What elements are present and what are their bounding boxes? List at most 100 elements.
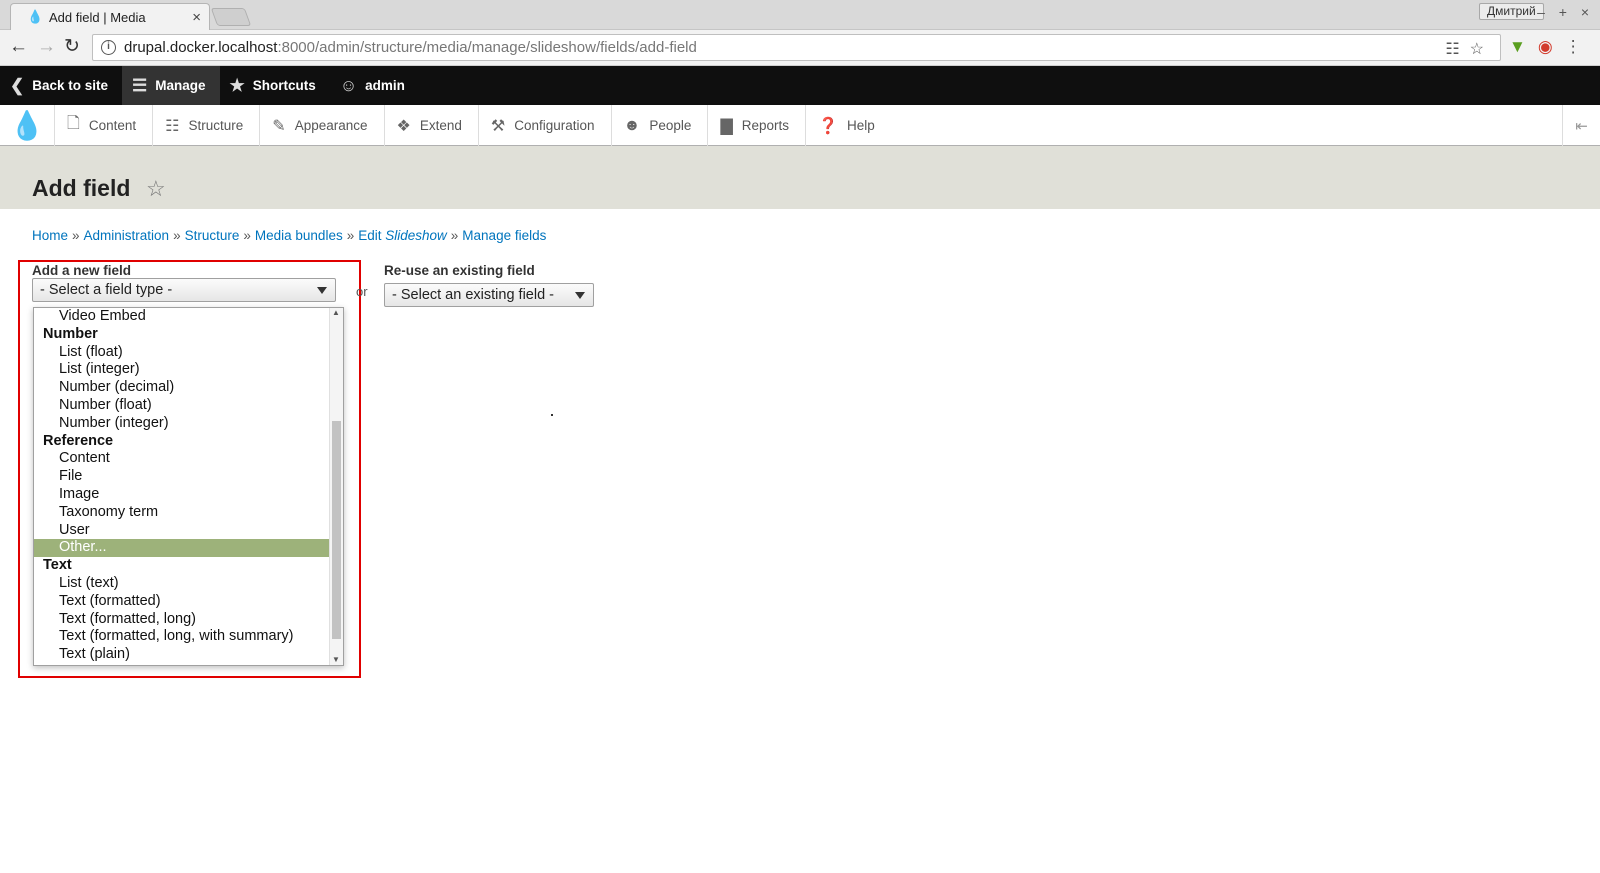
dropdown-option[interactable]: Other... [34,539,330,558]
breadcrumb-home[interactable]: Home [32,228,68,243]
forward-arrow-icon[interactable]: → [37,37,56,57]
dropdown-group-label: Reference [43,432,114,449]
dropdown-option[interactable]: Taxonomy term [34,504,330,522]
url-path: :8000/admin/structure/media/manage/slide… [277,39,697,56]
address-bar[interactable]: i drupal.docker.localhost:8000/admin/str… [92,34,1501,61]
breadcrumb-edit-slideshow[interactable]: Edit Slideshow [358,228,447,243]
dropdown-option[interactable]: Text (formatted, long, with summary) [34,628,330,646]
existing-field-select-value: - Select an existing field - [392,287,554,303]
file-icon: 🗋 [67,115,80,132]
breadcrumb-separator: » [173,228,181,243]
extension-color-icon[interactable]: ◉ [1538,37,1565,56]
breadcrumb-administration[interactable]: Administration [84,228,170,243]
tray-item-label: People [649,118,692,133]
breadcrumb-structure[interactable]: Structure [185,228,240,243]
dropdown-option[interactable]: File [34,468,330,486]
field-type-dropdown[interactable]: Video Embed Number List (float) List (integ… [33,307,344,666]
dropdown-option[interactable]: Video Embed [34,308,330,326]
dropdown-scrollbar[interactable]: ▲ ▼ [329,308,343,665]
admin-tray: 💧 🗋 Content ☷ Structure ✎ Appearance ❖ E… [0,105,1600,146]
browser-toolbar: ← → ↻ i drupal.docker.localhost:8000/adm… [0,30,1600,66]
help-icon: ❓ [818,117,838,135]
tray-item-label: Help [846,118,875,133]
browser-tabstrip: 💧 Add field | Media × Дмитрий – + × [0,0,1600,30]
dropdown-group-label: Number [43,325,98,342]
tray-item-content[interactable]: 🗋 Content [54,105,152,146]
tray-item-label: Appearance [294,118,368,133]
tray-orientation-icon[interactable]: ⇤ [1562,105,1600,146]
manage-label: Manage [155,78,206,93]
user-label: admin [365,78,405,93]
dropdown-option[interactable]: Number (integer) [34,415,330,433]
breadcrumb-edit-name: Slideshow [385,228,447,243]
dropdown-option[interactable]: Text (formatted) [34,593,330,611]
tray-item-structure[interactable]: ☷ Structure [152,105,259,146]
breadcrumb-edit-prefix: Edit [358,228,386,243]
scroll-down-icon[interactable]: ▼ [332,655,340,664]
stray-dot [551,414,553,416]
tab-close-icon[interactable]: × [192,9,201,26]
browser-tab[interactable]: 💧 Add field | Media × [10,3,210,30]
tray-item-label: Extend [419,118,462,133]
tray-item-label: Content [88,118,137,133]
tray-item-reports[interactable]: ▇ Reports [707,105,805,146]
breadcrumb-media-bundles[interactable]: Media bundles [255,228,343,243]
dropdown-option[interactable]: List (text) [34,575,330,593]
dropdown-option[interactable]: Content [34,450,330,468]
dropdown-option[interactable]: Text (formatted, long) [34,611,330,629]
dropdown-options: Video Embed Number List (float) List (integ… [34,308,330,664]
dropdown-option[interactable]: List (integer) [34,361,330,379]
existing-field-select[interactable]: - Select an existing field - [384,283,594,307]
back-to-site-link[interactable]: ❮ Back to site [0,66,122,105]
dropdown-option[interactable]: Number (decimal) [34,379,330,397]
extension-download-icon[interactable]: ▼ [1509,37,1538,56]
new-tab-button[interactable] [210,8,252,26]
chevron-circle-left-icon: ❮ [10,75,25,95]
page-header: Add field ☆ [0,146,1600,209]
tray-item-help[interactable]: ❓ Help [805,105,891,146]
manage-tab[interactable]: ☰ Manage [122,66,220,105]
shortcuts-label: Shortcuts [252,78,316,93]
browser-menu-icon[interactable]: ⋮ [1565,37,1594,56]
info-icon[interactable]: i [101,40,116,55]
back-to-site-label: Back to site [32,78,109,93]
page-title: Add field [32,175,131,201]
people-icon: ☻ [623,116,641,134]
breadcrumb-separator: » [72,228,80,243]
window-controls[interactable]: – + × [1537,4,1594,20]
tab-title: Add field | Media [49,9,146,25]
tray-item-appearance[interactable]: ✎ Appearance [259,105,383,146]
dropdown-option[interactable]: Number (float) [34,397,330,415]
hamburger-menu-icon: ☰ [132,75,148,95]
profile-button[interactable]: Дмитрий [1479,3,1544,20]
tray-item-label: Reports [741,118,790,133]
breadcrumb: Home» Administration» Structure» Media bund… [32,228,546,243]
tray-item-extend[interactable]: ❖ Extend [383,105,478,146]
dropdown-option[interactable]: List (float) [34,344,330,362]
tray-item-label: Configuration [514,118,595,133]
drupal-logo-icon[interactable]: 💧 [0,105,54,146]
translate-icon[interactable]: ☷ [1445,41,1469,58]
shortcut-star-icon[interactable]: ☆ [146,176,166,202]
dropdown-option[interactable]: Image [34,486,330,504]
user-tab[interactable]: ☺ admin [330,66,419,105]
scroll-up-icon[interactable]: ▲ [332,308,340,317]
shortcuts-tab[interactable]: ★ Shortcuts [220,66,330,105]
chevron-down-icon [317,287,327,294]
scroll-thumb[interactable] [332,421,341,639]
field-type-select[interactable]: - Select a field type - [32,278,336,302]
bar-chart-icon: ▇ [720,117,733,135]
drupal-favicon-icon: 💧 [27,9,44,24]
back-arrow-icon[interactable]: ← [9,37,28,57]
breadcrumb-manage-fields[interactable]: Manage fields [462,228,546,243]
omnibox-actions: ☷☆ [1445,39,1494,59]
chevron-down-icon [575,292,585,299]
dropdown-option[interactable]: User [34,522,330,540]
dropdown-option[interactable]: Text (plain) [34,646,330,664]
tray-item-configuration[interactable]: ⚒ Configuration [477,105,611,146]
bookmark-star-icon[interactable]: ☆ [1470,41,1494,58]
breadcrumb-separator: » [450,228,459,243]
reload-icon[interactable]: ↻ [64,37,80,57]
tray-item-people[interactable]: ☻ People [610,105,708,146]
structure-icon: ☷ [165,117,180,135]
